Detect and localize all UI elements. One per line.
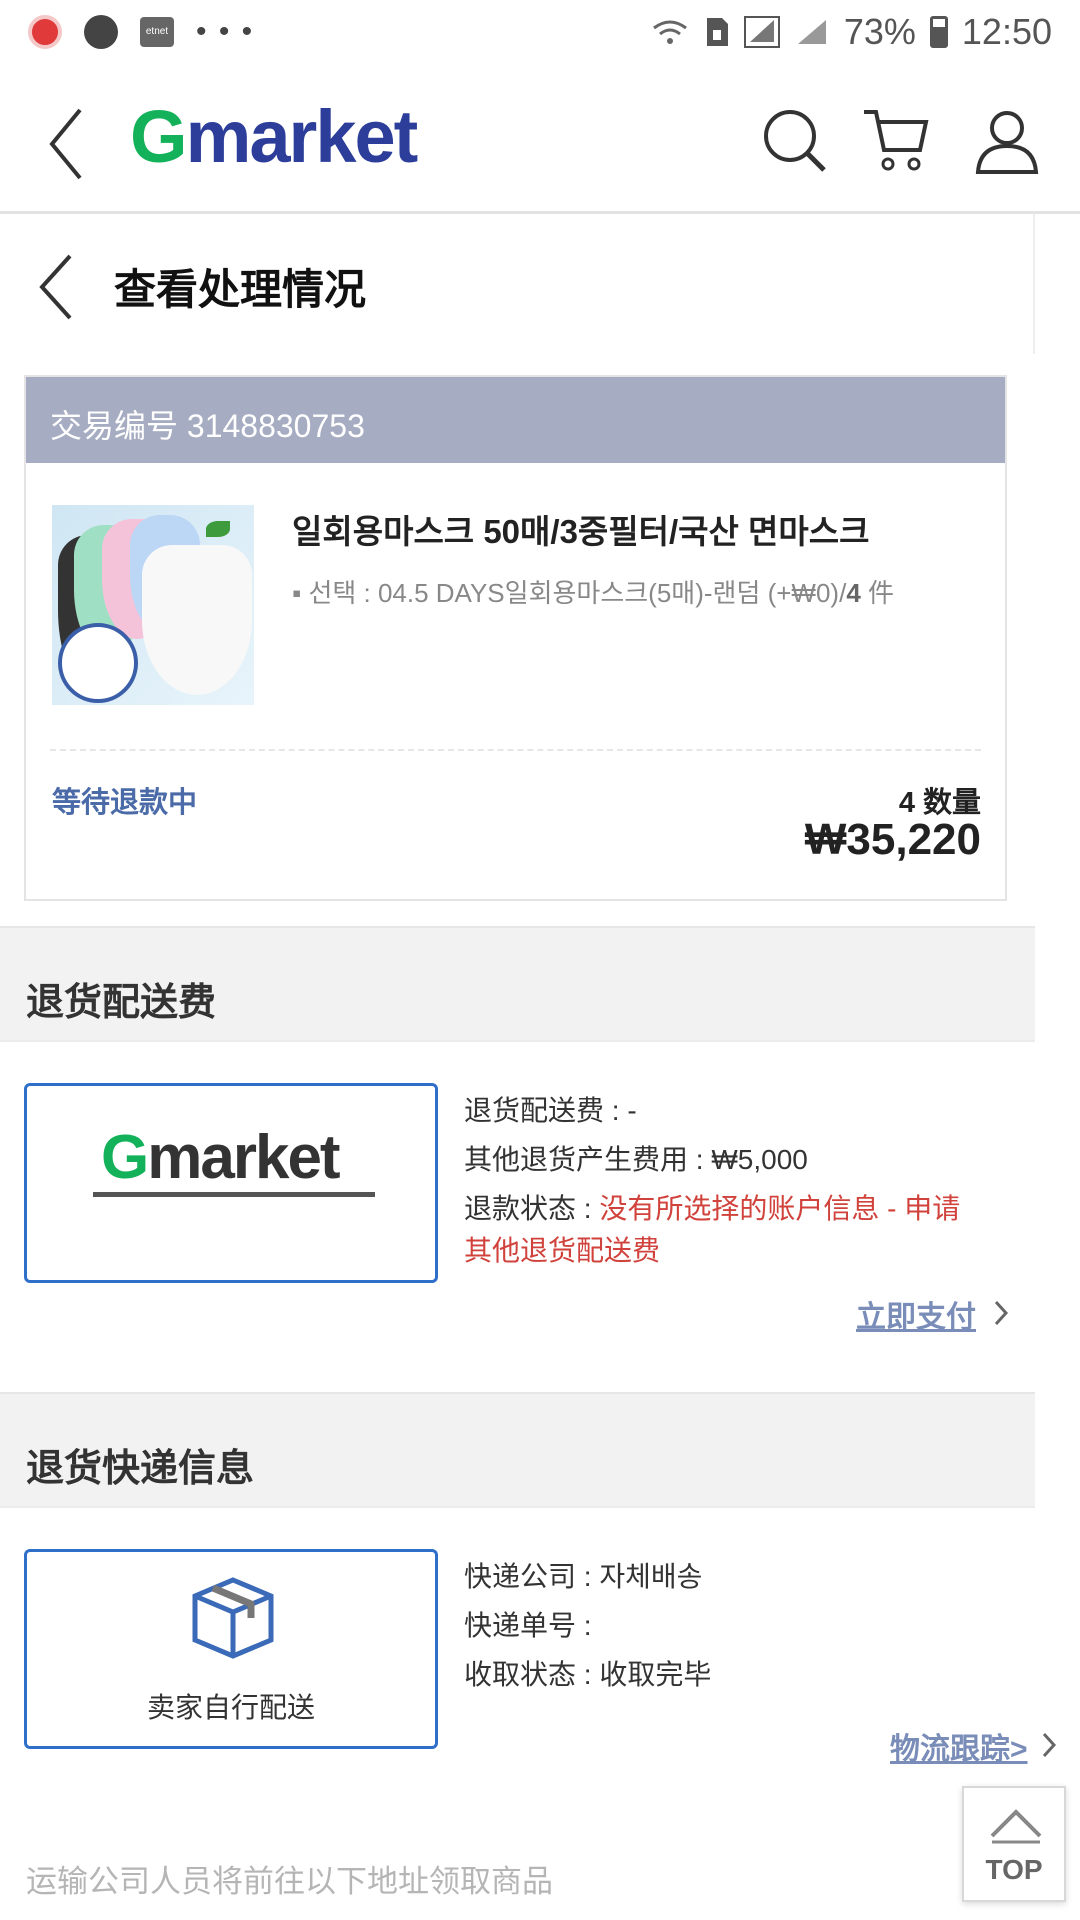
etnet-icon: etnet [140, 17, 174, 47]
more-dots-icon: • • • [196, 15, 255, 48]
sub-header: 查看处理情况 [0, 214, 1035, 354]
page-title: 查看处理情况 [114, 266, 367, 313]
transaction-number: 交易编号 3148830753 [26, 377, 1005, 463]
return-courier-title: 退货快递信息 [26, 1448, 255, 1490]
pickup-address-note: 运输公司人员将前往以下地址领取商品 [26, 1864, 553, 1899]
other-fee-line: 其他退货产生费用 : ₩5,000 [464, 1144, 808, 1175]
app-header: Gmarket [0, 64, 1080, 214]
cart-icon[interactable] [862, 106, 932, 176]
clock: 12:50 [961, 11, 1052, 52]
record-icon [28, 15, 62, 49]
chevron-right-icon [994, 1300, 1009, 1326]
return-fee-line: 退货配送费 : - [464, 1095, 637, 1126]
status-bar: etnet • • • 73% 12:50 [0, 0, 1080, 64]
wifi-icon [652, 20, 687, 44]
package-icon [192, 1577, 274, 1659]
tracking-number-line: 快递单号 : [464, 1610, 592, 1641]
seller-delivery-box: 卖家自行配送 [24, 1549, 438, 1749]
product-title[interactable]: 일회용마스크 50매/3중필터/국산 면마스크 [292, 505, 870, 553]
scroll-top-button[interactable]: TOP [962, 1786, 1066, 1902]
order-card: 交易编号 3148830753 일회용마스크 50매/3중필터/국산 면마스크 … [24, 375, 1007, 901]
return-fee-details: 退货配送费 : - 其他退货产生费用 : ₩5,000 退款状态 : 没有所选择… [464, 1086, 1024, 1269]
chevron-up-icon [990, 1809, 1042, 1844]
sim-icon [706, 18, 728, 46]
seller-delivery-label: 卖家自行配送 [146, 1692, 315, 1723]
pickup-status-line: 收取状态 : 收取完毕 [464, 1659, 712, 1690]
gmarket-logo[interactable]: Gmarket [130, 94, 418, 179]
refund-status: 等待退款中 [52, 787, 198, 819]
battery-percent: 73% [843, 11, 916, 52]
return-fee-section-header: 退货配送费 [0, 926, 1035, 1042]
gmarket-box-logo: Gmarket [101, 1123, 341, 1192]
back-arrow-icon[interactable] [42, 104, 92, 184]
sub-back-arrow-icon[interactable] [36, 252, 76, 322]
signal-icon [743, 16, 780, 48]
return-courier-section-header: 退货快递信息 [0, 1392, 1035, 1508]
pay-now-link[interactable]: 立即支付 [856, 1292, 976, 1336]
courier-details: 快递公司 : 자체배송 快递单号 : 收取状态 : 收取完毕 [464, 1552, 1024, 1699]
status-bar-right: 73% 12:50 [650, 11, 1052, 53]
return-fee-title: 退货配送费 [26, 982, 217, 1024]
chevron-right-icon-2 [1042, 1732, 1057, 1758]
battery-icon [929, 16, 948, 48]
product-option: ▪ 선택 : 04.5 DAYS일회용마스크(5매)-랜덤 (+₩0)/4 件 [292, 578, 895, 608]
gmarket-box: Gmarket [24, 1083, 438, 1283]
refund-state-line: 退款状态 : 没有所选择的账户信息 - 申请 [464, 1193, 961, 1224]
search-icon[interactable] [760, 106, 830, 176]
status-bar-left: etnet • • • [28, 15, 254, 49]
scroll-top-label: TOP [985, 1854, 1043, 1885]
messenger-icon [84, 15, 118, 49]
signal-icon-2 [797, 20, 826, 44]
logo-underline [93, 1192, 375, 1197]
order-price: ₩35,220 [804, 815, 981, 864]
user-icon[interactable] [972, 106, 1042, 176]
tracking-link[interactable]: 物流跟踪> [890, 1724, 1028, 1768]
divider [50, 749, 981, 751]
refund-state-line-2: 其他退货配送费 [464, 1235, 661, 1266]
product-image[interactable] [52, 505, 254, 705]
courier-company-line: 快递公司 : 자체배송 [464, 1561, 703, 1592]
